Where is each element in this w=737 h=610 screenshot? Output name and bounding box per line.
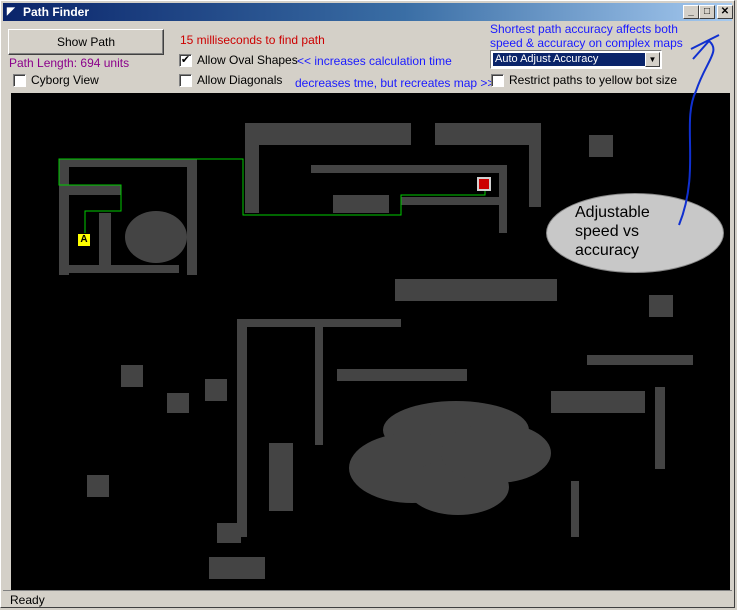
annotation-arrow-icon	[678, 34, 720, 226]
status-bar: Ready	[3, 590, 732, 607]
app-window: ◤ Path Finder _ □ ✕ Show Path Path Lengt…	[0, 0, 735, 608]
status-text: Ready	[10, 593, 45, 607]
